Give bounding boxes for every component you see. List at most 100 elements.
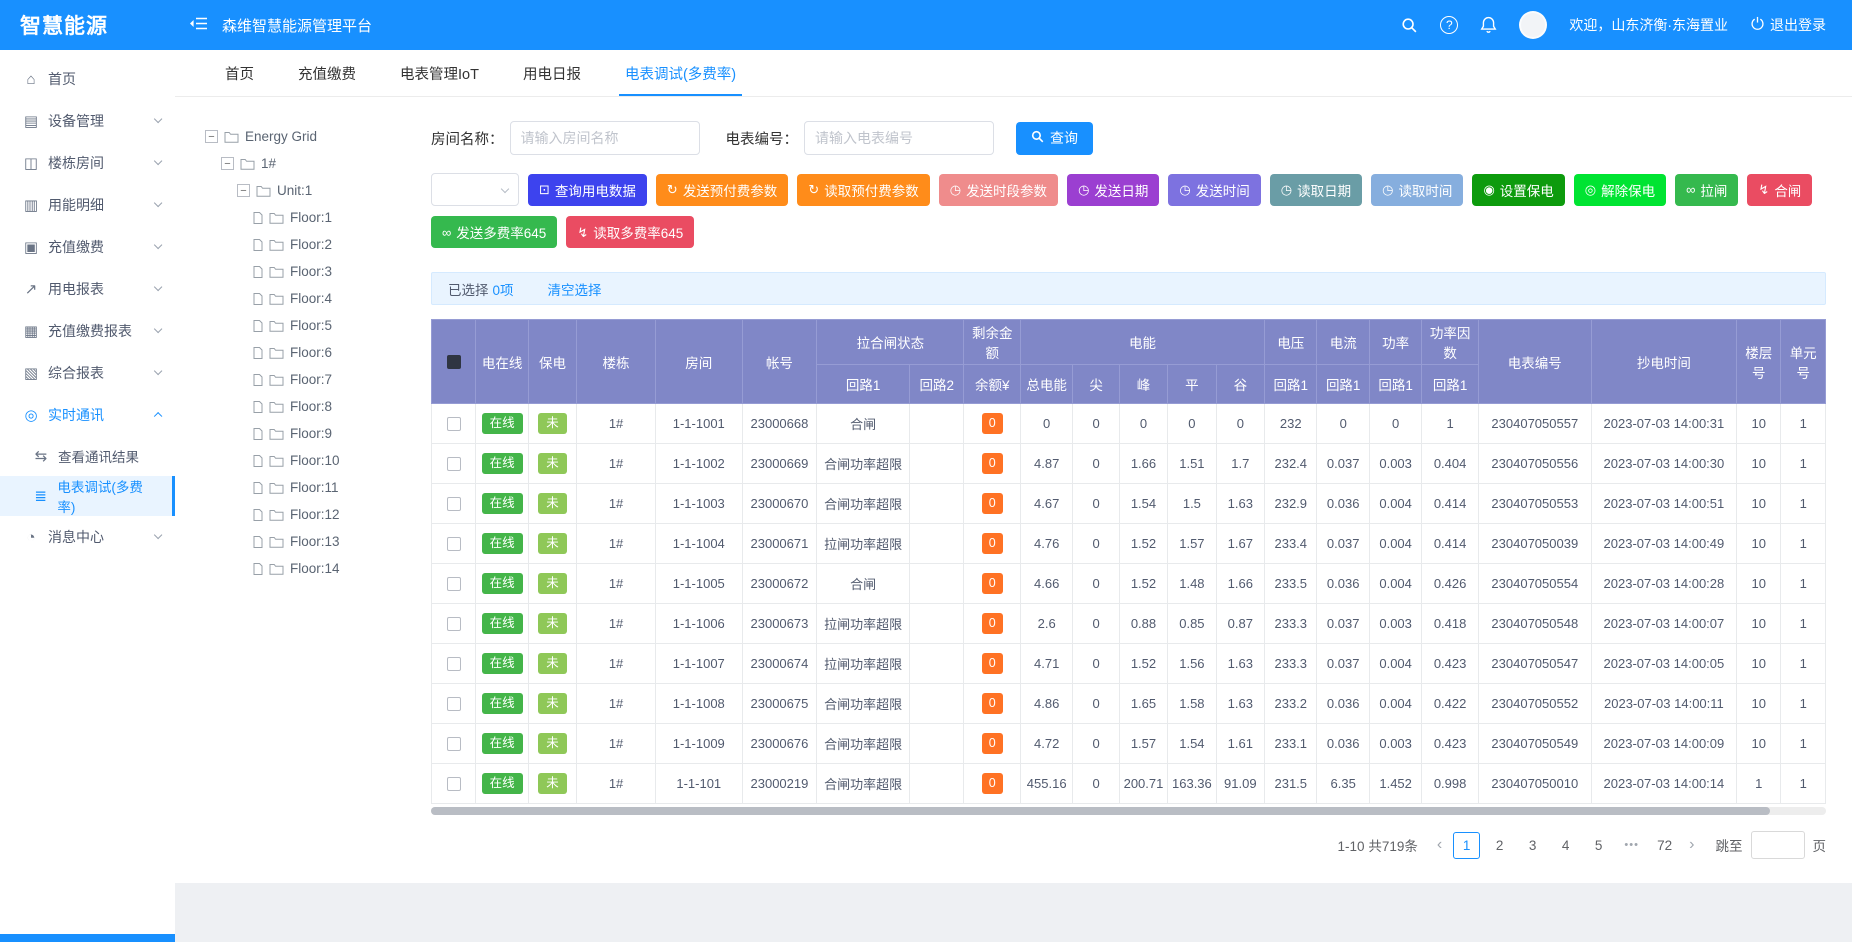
cell-power: 0.003 [1369, 604, 1421, 644]
rate-select-dropdown[interactable] [431, 173, 519, 206]
cell-floor-no: 10 [1737, 564, 1781, 604]
tree-node[interactable]: −1# [205, 150, 407, 177]
help-icon[interactable]: ? [1440, 16, 1458, 34]
sidebar-item-1[interactable]: ▤设备管理 [0, 100, 175, 142]
tree-node[interactable]: Floor:1 [205, 204, 407, 231]
sidebar-item-11[interactable]: ◔消息中心 [0, 516, 175, 558]
tree-node[interactable]: Floor:13 [205, 528, 407, 555]
pull-switch-button[interactable]: ∞拉闸 [1675, 174, 1738, 206]
prev-page-button[interactable]: ‹ [1434, 836, 1445, 854]
close-switch-button[interactable]: ↯合闸 [1747, 174, 1812, 206]
page-3[interactable]: 3 [1519, 832, 1546, 859]
tree-node[interactable]: Floor:12 [205, 501, 407, 528]
page-4[interactable]: 4 [1552, 832, 1579, 859]
tab-1[interactable]: 充值缴费 [276, 50, 378, 96]
online-badge: 在线 [482, 493, 523, 514]
sidebar-item-10[interactable]: ≣电表调试(多费率) [0, 476, 175, 516]
tree-collapse-icon[interactable]: − [205, 130, 218, 143]
set-power-protect-button[interactable]: ◉设置保电 [1472, 174, 1564, 206]
row-checkbox[interactable] [447, 737, 461, 751]
sidebar-item-3[interactable]: ▥用能明细 [0, 184, 175, 226]
online-badge: 在线 [482, 653, 523, 674]
send-multirate-645-button[interactable]: ∞发送多费率645 [431, 216, 557, 248]
read-multirate-645-button[interactable]: ↯读取多费率645 [566, 216, 694, 248]
tree-node[interactable]: Floor:10 [205, 447, 407, 474]
tree-node[interactable]: −Unit:1 [205, 177, 407, 204]
page-2[interactable]: 2 [1486, 832, 1513, 859]
next-page-button[interactable]: › [1686, 836, 1697, 854]
tree-node[interactable]: Floor:3 [205, 258, 407, 285]
search-icon[interactable] [1401, 17, 1418, 34]
tab-3[interactable]: 用电日报 [501, 50, 603, 96]
header-power: 功率 [1369, 320, 1421, 365]
cell-unit-no: 1 [1781, 484, 1826, 524]
tree-node[interactable]: Floor:8 [205, 393, 407, 420]
action-button-label: 查询用电数据 [555, 180, 636, 200]
room-name-input[interactable] [510, 121, 700, 155]
row-checkbox[interactable] [447, 657, 461, 671]
sidebar-item-5[interactable]: ↗用电报表 [0, 268, 175, 310]
jump-page-input[interactable] [1751, 831, 1805, 859]
page-5[interactable]: 5 [1585, 832, 1612, 859]
tree-collapse-icon[interactable]: − [237, 184, 250, 197]
tree-node[interactable]: Floor:9 [205, 420, 407, 447]
tree-collapse-icon[interactable]: − [221, 157, 234, 170]
row-checkbox[interactable] [447, 697, 461, 711]
read-prepaid-params-button[interactable]: ↻读取预付费参数 [797, 174, 929, 206]
query-power-data-button[interactable]: ⊡查询用电数据 [528, 174, 647, 206]
page-1[interactable]: 1 [1453, 832, 1480, 859]
tab-2[interactable]: 电表管理IoT [378, 50, 501, 96]
action-button-label: 读取时间 [1398, 180, 1452, 200]
action-button-label: 读取多费率645 [593, 222, 683, 242]
tree-node[interactable]: Floor:7 [205, 366, 407, 393]
tree-node[interactable]: Floor:6 [205, 339, 407, 366]
read-time-button[interactable]: ◷读取时间 [1371, 174, 1463, 206]
cell-online: 在线 [476, 564, 528, 604]
send-time-button[interactable]: ◷发送时间 [1168, 174, 1260, 206]
row-checkbox[interactable] [447, 497, 461, 511]
sidebar-collapse-button[interactable] [189, 16, 208, 34]
tree-node[interactable]: Floor:14 [205, 555, 407, 582]
sidebar-item-6[interactable]: ▦充值缴费报表 [0, 310, 175, 352]
sidebar-item-8[interactable]: ◎实时通讯 [0, 394, 175, 436]
sidebar-item-0[interactable]: ⌂首页 [0, 58, 175, 100]
tab-4[interactable]: 电表调试(多费率) [603, 50, 758, 96]
cell-peak: 1.65 [1119, 684, 1167, 724]
scrollbar-thumb[interactable] [431, 807, 1770, 815]
search-button[interactable]: 查询 [1016, 122, 1093, 155]
row-checkbox[interactable] [447, 537, 461, 551]
page-72[interactable]: 72 [1651, 832, 1678, 859]
sidebar-bottom-bar[interactable] [0, 934, 175, 942]
row-checkbox[interactable] [447, 777, 461, 791]
row-checkbox[interactable] [447, 617, 461, 631]
notification-bell-icon[interactable] [1480, 16, 1497, 34]
tree-node[interactable]: Floor:5 [205, 312, 407, 339]
send-period-params-button[interactable]: ◷发送时段参数 [939, 174, 1058, 206]
sidebar-item-2[interactable]: ◫楼栋房间 [0, 142, 175, 184]
tree-node[interactable]: Floor:4 [205, 285, 407, 312]
remove-power-protect-button[interactable]: ◎解除保电 [1574, 174, 1666, 206]
row-checkbox[interactable] [447, 577, 461, 591]
tree-node[interactable]: −Energy Grid [205, 123, 407, 150]
sidebar-item-7[interactable]: ▧综合报表 [0, 352, 175, 394]
cell-voltage: 231.5 [1265, 764, 1317, 804]
meter-no-input[interactable] [804, 121, 994, 155]
tree-node[interactable]: Floor:11 [205, 474, 407, 501]
select-all-checkbox[interactable] [447, 355, 461, 369]
logout-button[interactable]: 退出登录 [1750, 15, 1826, 35]
sidebar-item-9[interactable]: ⇆查看通讯结果 [0, 436, 175, 476]
read-date-button[interactable]: ◷读取日期 [1270, 174, 1362, 206]
cell-unit-no: 1 [1781, 564, 1826, 604]
tree-node[interactable]: Floor:2 [205, 231, 407, 258]
clear-selection-link[interactable]: 清空选择 [548, 279, 602, 299]
row-checkbox[interactable] [447, 457, 461, 471]
sidebar-item-4[interactable]: ▣充值缴费 [0, 226, 175, 268]
sidebar-item-label: 充值缴费 [48, 237, 104, 257]
cell-current: 0.036 [1317, 484, 1369, 524]
send-prepaid-params-button[interactable]: ↻发送预付费参数 [656, 174, 788, 206]
row-checkbox[interactable] [447, 417, 461, 431]
user-avatar[interactable] [1519, 11, 1547, 39]
send-date-button[interactable]: ◷发送日期 [1067, 174, 1159, 206]
tab-0[interactable]: 首页 [203, 50, 276, 96]
page-ellipsis[interactable]: ••• [1618, 832, 1645, 859]
